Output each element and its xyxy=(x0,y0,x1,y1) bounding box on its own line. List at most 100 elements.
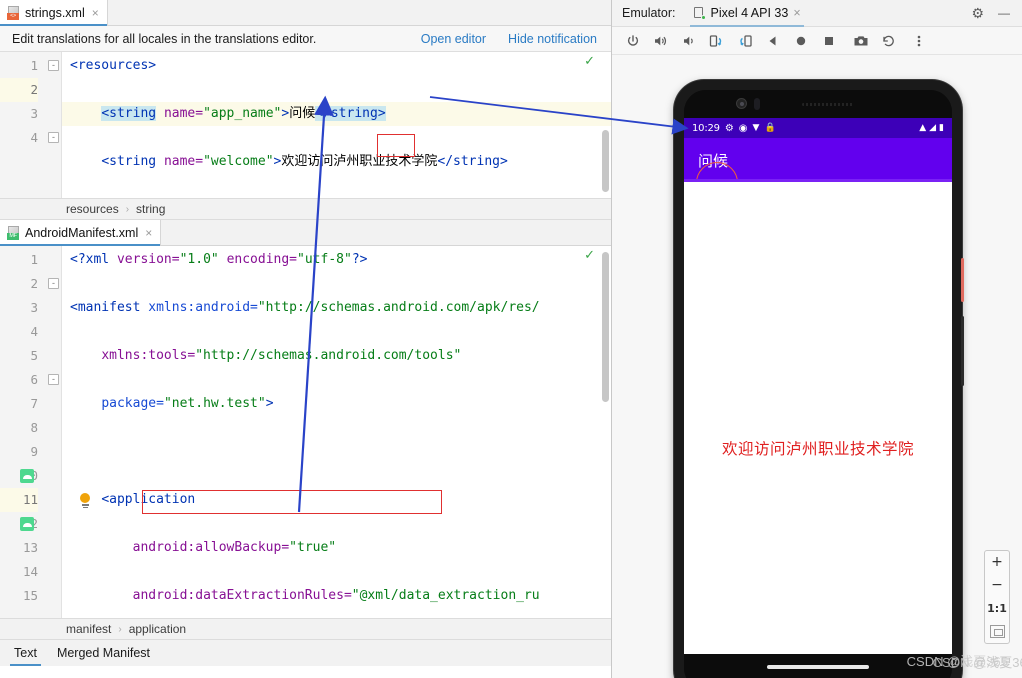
manifest-editor-scrollbar[interactable] xyxy=(602,252,609,402)
history-icon[interactable] xyxy=(880,32,897,49)
line-number: 9 xyxy=(30,444,38,459)
tab-merged-manifest[interactable]: Merged Manifest xyxy=(57,640,150,666)
code-line[interactable]: android:dataExtractionRules="@xml/data_e… xyxy=(62,584,611,608)
power-button-side[interactable] xyxy=(961,258,964,302)
code-line[interactable]: <application xyxy=(62,488,611,512)
code-token: ?> xyxy=(351,252,368,267)
zoom-actual-button[interactable]: 1:1 xyxy=(987,602,1007,615)
home-icon[interactable] xyxy=(792,32,809,49)
screenshot-icon[interactable] xyxy=(852,32,869,49)
mf-badge: MF xyxy=(7,232,19,240)
code-line[interactable]: <string name="app_name">问候</string> xyxy=(62,102,611,126)
code-line[interactable]: android:allowBackup="true" xyxy=(62,536,611,560)
zoom-in-button[interactable]: + xyxy=(991,555,1003,569)
close-icon[interactable]: × xyxy=(793,6,800,20)
manifest-editor-code[interactable]: <?xml version="1.0" encoding="utf-8"?> <m… xyxy=(62,246,611,618)
line-number: 1 xyxy=(30,252,38,267)
line-number: 5 xyxy=(30,348,38,363)
back-icon[interactable] xyxy=(764,32,781,49)
tab-android-manifest[interactable]: MF AndroidManifest.xml × xyxy=(0,220,162,246)
battery-icon: ▮ xyxy=(939,123,944,133)
zoom-fit-button[interactable] xyxy=(989,625,1005,638)
strings-editor-code[interactable]: <resources> <string name="app_name">问候</… xyxy=(62,52,611,198)
code-token: "http://schemas.android.com/apk/res/ xyxy=(257,300,540,315)
tab-label: strings.xml xyxy=(25,5,85,20)
code-token: <resources> xyxy=(70,58,157,73)
line-number: 13 xyxy=(22,540,38,555)
xml-badge: <> xyxy=(7,12,19,20)
android-manifest-editor[interactable]: <?xml version="1.0" encoding="utf-8"?> <m… xyxy=(0,246,611,618)
close-icon[interactable]: × xyxy=(145,226,152,240)
overview-icon[interactable] xyxy=(820,32,837,49)
tab-text[interactable]: Text xyxy=(10,640,41,666)
code-token: xmlns:android= xyxy=(148,300,258,315)
android-resource-icon[interactable] xyxy=(20,469,34,483)
line-number: 6 xyxy=(30,372,38,387)
device-running-icon xyxy=(693,6,706,20)
watermark-text-2: CSDN @浅夏365 xyxy=(932,655,1022,670)
notification-message: Edit translations for all locales in the… xyxy=(12,31,317,46)
code-line[interactable]: xmlns:tools="http://schemas.android.com/… xyxy=(62,344,611,368)
rotate-left-icon[interactable] xyxy=(708,32,725,49)
code-line[interactable]: <manifest xmlns:android="http://schemas.… xyxy=(62,296,611,320)
code-line[interactable] xyxy=(62,440,611,464)
code-token: "welcome" xyxy=(203,154,274,169)
code-token: <string xyxy=(101,154,157,169)
code-token: version= xyxy=(116,252,180,267)
volume-down-icon[interactable] xyxy=(680,32,697,49)
breadcrumb-item[interactable]: application xyxy=(129,622,186,636)
code-line[interactable]: package="net.hw.test"> xyxy=(62,392,611,416)
code-fold-toggle[interactable]: - xyxy=(48,132,59,143)
strings-xml-editor[interactable]: <resources> <string name="app_name">问候</… xyxy=(0,52,611,198)
code-token: "1.0" xyxy=(179,252,219,267)
open-editor-link[interactable]: Open editor xyxy=(421,32,486,46)
more-options-icon[interactable] xyxy=(910,32,927,49)
breadcrumb-item[interactable]: manifest xyxy=(66,622,111,636)
code-fold-toggle[interactable]: - xyxy=(48,278,59,289)
tab-strings-xml[interactable]: <> strings.xml × xyxy=(0,0,108,26)
gear-icon[interactable]: ⚙ xyxy=(971,5,984,22)
code-line[interactable]: <resources> xyxy=(62,54,611,78)
phone-notch xyxy=(684,90,952,118)
line-number: 14 xyxy=(22,564,38,579)
code-token: android:dataExtractionRules= xyxy=(132,588,352,603)
lock-icon: 🔒 xyxy=(764,123,776,133)
code-token: xmlns:tools= xyxy=(101,348,196,363)
inspection-ok-icon: ✓ xyxy=(584,248,595,263)
tab-label: Text xyxy=(14,646,37,660)
xml-file-icon: <> xyxy=(7,5,20,20)
code-fold-toggle[interactable]: - xyxy=(48,374,59,385)
power-icon[interactable] xyxy=(624,32,641,49)
device-screen[interactable]: 10:29 ⚙ ◉ ▼ 🔒 ▲ ◢ ▮ 问候 欢迎访问泸州职业技术学院 xyxy=(684,118,952,654)
zoom-out-button[interactable]: − xyxy=(991,578,1003,592)
breadcrumb-item[interactable]: resources xyxy=(66,202,119,216)
lightbulb-intention-icon[interactable] xyxy=(80,493,91,508)
volume-up-icon[interactable] xyxy=(652,32,669,49)
code-fold-toggle[interactable]: - xyxy=(48,60,59,71)
code-line[interactable]: <?xml version="1.0" encoding="utf-8"?> xyxy=(62,248,611,272)
volume-button-side[interactable] xyxy=(961,316,964,386)
hide-notification-link[interactable]: Hide notification xyxy=(508,32,597,46)
code-token: "true" xyxy=(289,540,337,555)
code-token: "utf-8" xyxy=(297,252,352,267)
code-token: <string xyxy=(101,106,157,121)
code-line[interactable]: <string name="welcome">欢迎访问泸州职业技术学院</str… xyxy=(62,150,611,174)
editor-tab-strip: <> strings.xml × xyxy=(0,0,611,26)
android-resource-icon[interactable] xyxy=(20,517,34,531)
code-token: </string> xyxy=(315,106,386,121)
breadcrumb-item[interactable]: string xyxy=(136,202,165,216)
line-number: 8 xyxy=(30,420,38,435)
strings-editor-scrollbar[interactable] xyxy=(602,130,609,192)
code-token: "http://schemas.android.com/tools" xyxy=(195,348,462,363)
inspection-ok-icon: ✓ xyxy=(584,54,595,69)
strings-breadcrumb: resources › string xyxy=(0,198,611,220)
device-tab-pixel-4[interactable]: Pixel 4 API 33 × xyxy=(689,0,804,27)
rotate-right-icon[interactable] xyxy=(736,32,753,49)
code-token: 欢迎访问泸州职业技术学院 xyxy=(281,154,438,169)
minimize-icon[interactable]: — xyxy=(998,6,1010,20)
close-icon[interactable]: × xyxy=(92,6,99,20)
gesture-pill-icon[interactable] xyxy=(767,665,869,669)
